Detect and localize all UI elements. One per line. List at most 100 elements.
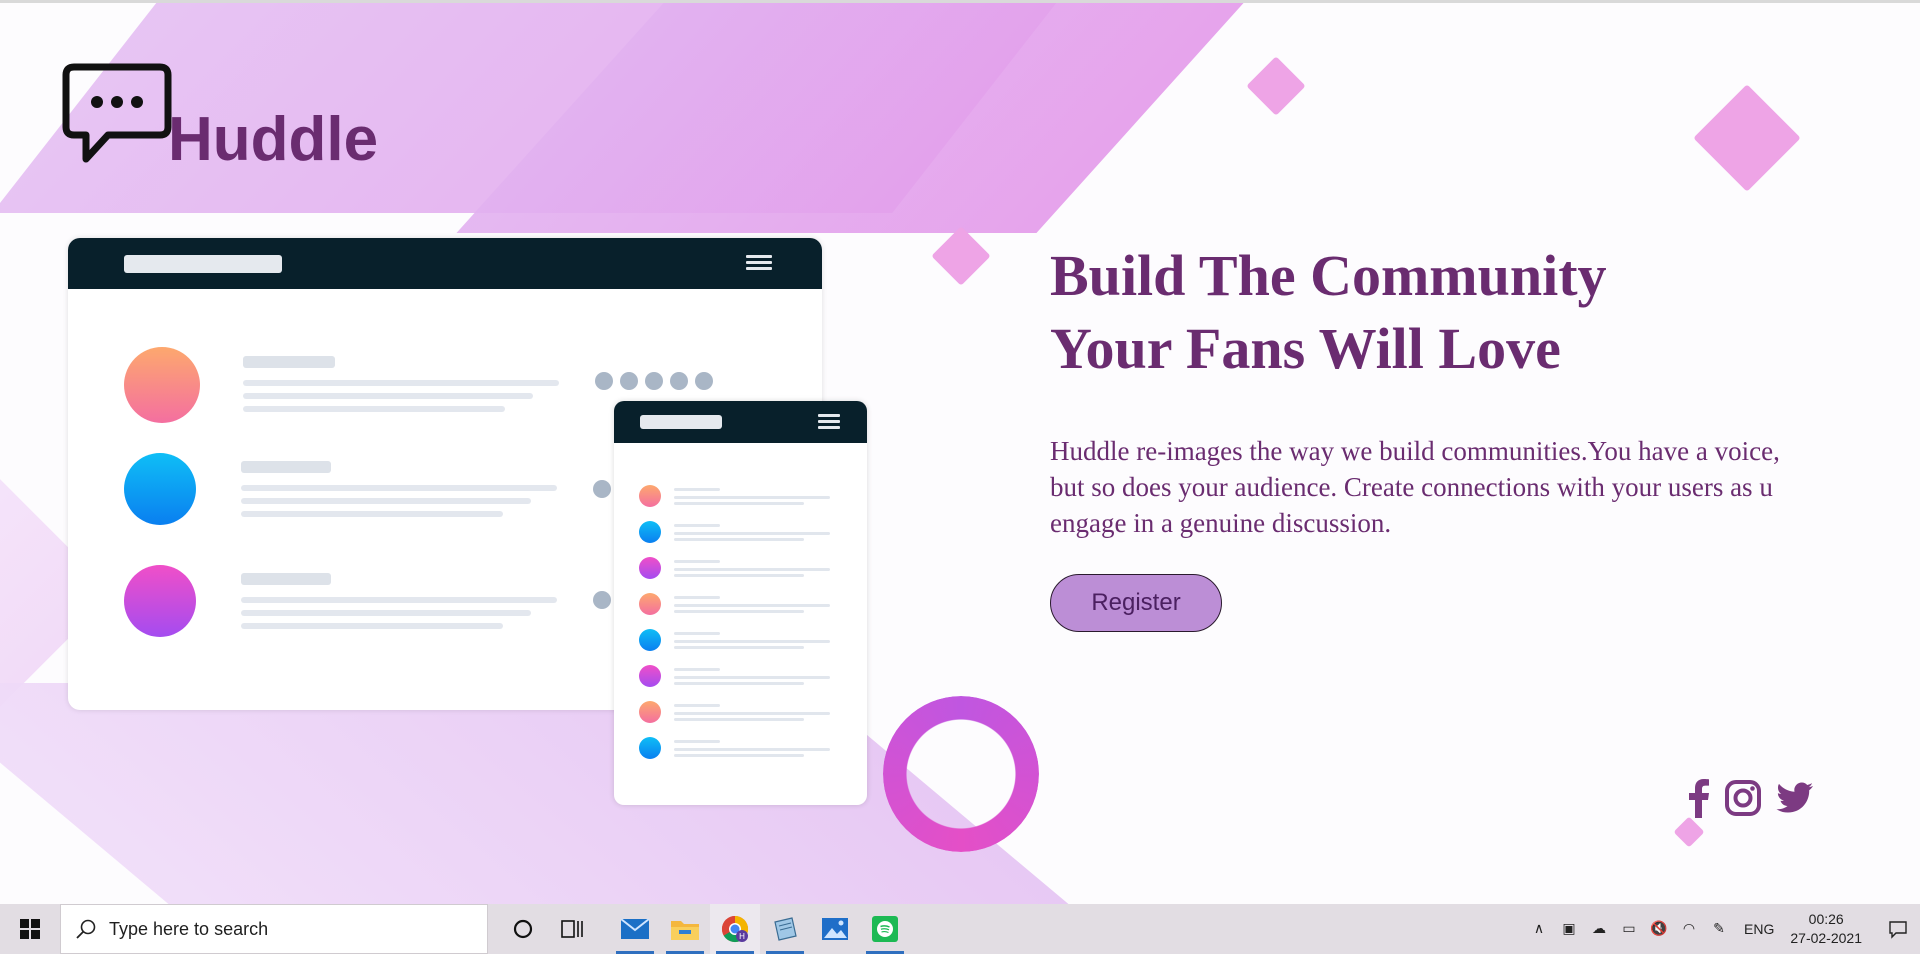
mockup-text-line bbox=[674, 560, 720, 563]
mockup-avatar bbox=[124, 565, 196, 637]
volume-muted-icon[interactable]: 🔇 bbox=[1644, 904, 1674, 954]
decor-diamond bbox=[1693, 84, 1801, 192]
input-language[interactable]: ENG bbox=[1744, 921, 1774, 937]
wifi-icon[interactable]: ◠ bbox=[1674, 904, 1704, 954]
hamburger-icon bbox=[818, 414, 840, 430]
pen-workspace-icon[interactable]: ✎ bbox=[1704, 904, 1734, 954]
mockup-avatar bbox=[124, 347, 200, 423]
instagram-icon[interactable] bbox=[1724, 779, 1762, 817]
mockup-text-line bbox=[674, 646, 804, 649]
mockup-text-line bbox=[674, 754, 804, 757]
start-button[interactable] bbox=[0, 904, 60, 954]
mockup-text-line bbox=[674, 538, 804, 541]
mockup-text-line bbox=[674, 610, 804, 613]
mockup-avatar bbox=[124, 453, 196, 525]
onedrive-cloud-icon[interactable]: ☁ bbox=[1584, 904, 1614, 954]
task-view-button[interactable] bbox=[548, 904, 598, 954]
mockup-text-line bbox=[241, 485, 557, 491]
taskbar-app-mail[interactable] bbox=[610, 904, 660, 954]
mockup-text-line bbox=[674, 532, 830, 535]
taskbar-app-notepad[interactable] bbox=[760, 904, 810, 954]
hero-description: Huddle re-images the way we build commun… bbox=[1050, 436, 1780, 538]
notifications-icon[interactable] bbox=[1876, 904, 1920, 954]
svg-text:H: H bbox=[739, 932, 745, 941]
taskbar-clock[interactable]: 00:26 27-02-2021 bbox=[1790, 910, 1862, 948]
mockup-text-line bbox=[674, 632, 720, 635]
mockup-text-line bbox=[674, 718, 804, 721]
mockup-text-line bbox=[241, 511, 503, 517]
mockup-text-line bbox=[674, 712, 830, 715]
mockup-avatar bbox=[639, 701, 661, 723]
mockup-text-line bbox=[243, 406, 505, 412]
mockup-dot bbox=[670, 372, 688, 390]
hero-headline-line: Build The Community bbox=[1050, 243, 1607, 308]
mockup-text-line bbox=[243, 393, 533, 399]
mockup-topbar bbox=[614, 401, 867, 443]
taskbar-app-chrome[interactable]: H bbox=[710, 904, 760, 954]
search-placeholder: Type here to search bbox=[109, 918, 269, 939]
search-icon bbox=[76, 919, 96, 939]
taskbar-app-spotify[interactable] bbox=[860, 904, 910, 954]
mockup-avatar bbox=[639, 737, 661, 759]
decor-diamond bbox=[931, 226, 991, 286]
cortana-button[interactable] bbox=[498, 904, 548, 954]
meet-now-icon[interactable]: ▣ bbox=[1554, 904, 1584, 954]
mockup-text-line bbox=[674, 740, 720, 743]
mockup-text-line bbox=[241, 498, 531, 504]
brand-name: Huddle bbox=[168, 105, 379, 174]
clock-time: 00:26 bbox=[1808, 911, 1844, 927]
taskbar-app-file-explorer[interactable] bbox=[660, 904, 710, 954]
clock-date: 27-02-2021 bbox=[1790, 930, 1862, 946]
battery-icon[interactable]: ▭ bbox=[1614, 904, 1644, 954]
brand-logo[interactable]: Huddle bbox=[62, 63, 378, 171]
hero-headline: Build The Community Your Fans Will Love bbox=[1050, 239, 1750, 385]
mockup-avatar bbox=[639, 557, 661, 579]
mockup-dot bbox=[595, 372, 613, 390]
mockup-text-line bbox=[674, 682, 804, 685]
facebook-icon[interactable] bbox=[1686, 778, 1710, 818]
mockup-text-line bbox=[674, 604, 830, 607]
mockup-dot bbox=[620, 372, 638, 390]
mockup-text-line bbox=[674, 488, 720, 491]
mockup-dot bbox=[593, 480, 611, 498]
social-links bbox=[1686, 778, 1814, 818]
mail-icon bbox=[620, 918, 650, 939]
hamburger-icon bbox=[746, 255, 772, 271]
mockup-dot bbox=[645, 372, 663, 390]
task-view-icon bbox=[561, 920, 583, 938]
mockup-text-line bbox=[674, 596, 720, 599]
decor-diamond bbox=[1673, 816, 1705, 848]
photos-icon bbox=[822, 918, 848, 940]
mockup-text-line bbox=[243, 356, 335, 368]
mockup-avatar bbox=[639, 665, 661, 687]
spotify-icon bbox=[872, 916, 898, 942]
notepad-icon bbox=[774, 917, 797, 941]
file-explorer-icon bbox=[671, 921, 699, 940]
mockup-title-placeholder bbox=[640, 415, 722, 429]
mockup-text-line bbox=[674, 668, 720, 671]
mockup-text-line bbox=[674, 704, 720, 707]
landing-page: Huddle Build The Community Your Fans Wil… bbox=[0, 3, 1920, 904]
mockup-text-line bbox=[243, 380, 559, 386]
windows-logo-icon bbox=[20, 919, 40, 939]
system-tray: ∧ ▣ ☁ ▭ 🔇 ◠ ✎ ENG 00:26 27-02-2021 bbox=[1524, 904, 1920, 954]
mockup-topbar bbox=[68, 238, 822, 289]
mockup-avatar bbox=[639, 593, 661, 615]
mockup-text-line bbox=[674, 524, 720, 527]
twitter-icon[interactable] bbox=[1776, 782, 1814, 814]
chat-bubble-icon bbox=[62, 63, 172, 163]
mockup-text-line bbox=[674, 676, 830, 679]
show-hidden-icons-chevron-icon[interactable]: ∧ bbox=[1524, 904, 1554, 954]
taskbar-search-box[interactable]: Type here to search bbox=[60, 904, 488, 954]
register-button[interactable]: Register bbox=[1050, 574, 1222, 632]
decor-ring bbox=[883, 696, 1039, 852]
mockup-text-line bbox=[674, 502, 804, 505]
taskbar-app-photos[interactable] bbox=[810, 904, 860, 954]
decor-diamond bbox=[1246, 56, 1306, 116]
mockup-text-line bbox=[674, 568, 830, 571]
mockup-text-line bbox=[674, 574, 804, 577]
mockup-dot bbox=[695, 372, 713, 390]
mockup-avatar bbox=[639, 629, 661, 651]
windows-taskbar: Type here to search H ∧ ▣ ☁ ▭ 🔇 ◠ ✎ ENG … bbox=[0, 904, 1920, 954]
cortana-icon bbox=[513, 919, 533, 939]
